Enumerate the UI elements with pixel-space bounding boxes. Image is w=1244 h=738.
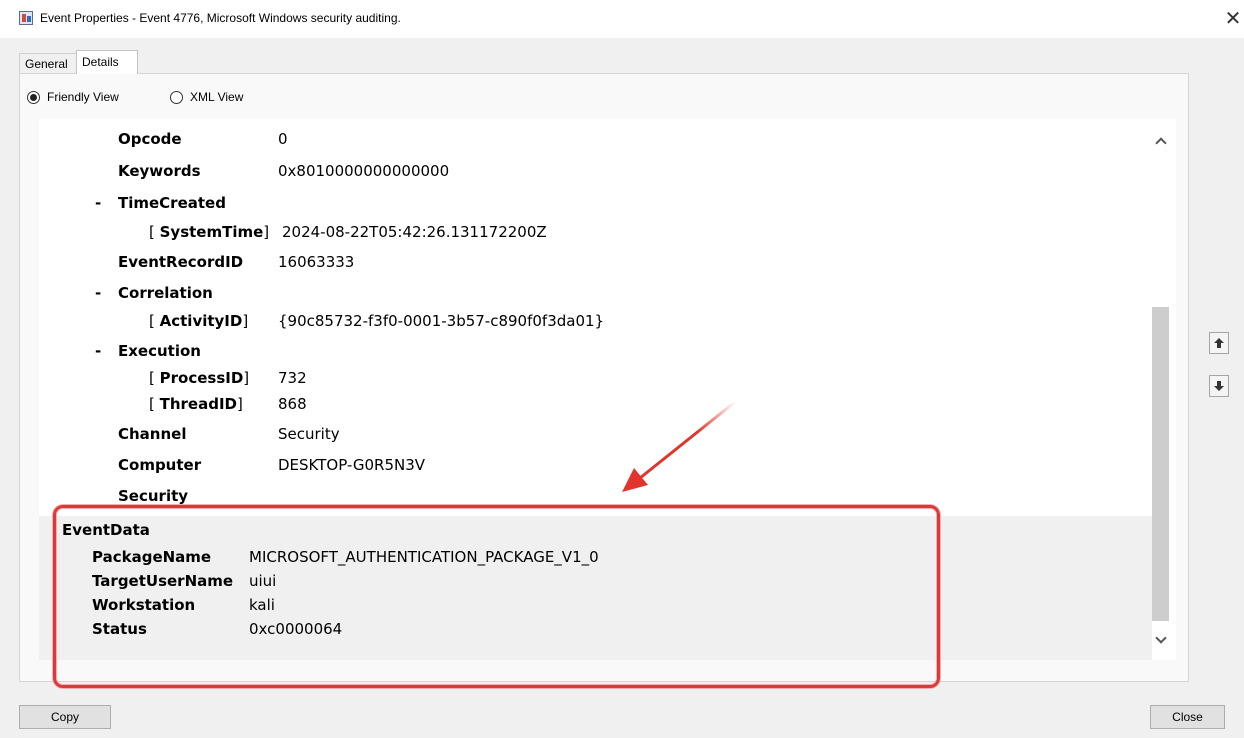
bracket-open: [ [149, 395, 160, 413]
arrow-up-icon [1214, 338, 1224, 348]
workstation-label: Workstation [92, 596, 196, 614]
computer-label: Computer [118, 456, 202, 474]
status-label: Status [92, 620, 147, 638]
bracket-close: ] [237, 395, 243, 413]
radio-unchecked-icon [170, 90, 183, 104]
vertical-scrollbar[interactable] [1152, 119, 1169, 660]
friendly-view-label: Friendly View [47, 90, 119, 104]
friendly-view-radio[interactable]: Friendly View [27, 88, 119, 106]
bracket-close: ] [243, 369, 250, 387]
bracket-close: ] [242, 312, 249, 330]
tab-details[interactable]: Details [76, 50, 138, 74]
timecreated-collapse-toggle[interactable]: - [95, 194, 101, 212]
processid-value: 732 [278, 369, 307, 387]
scroll-down-button[interactable] [1152, 624, 1169, 650]
bracket-open: [ [149, 223, 160, 241]
eventrecordid-label: EventRecordID [118, 253, 244, 271]
eventdata-header: EventData [62, 521, 150, 539]
title-bar: Event Properties - Event 4776, Microsoft… [0, 0, 1244, 38]
arrow-down-icon [1214, 381, 1224, 391]
xml-view-radio[interactable]: XML View [170, 88, 243, 106]
execution-label: Execution [118, 342, 201, 360]
timecreated-label: TimeCreated [118, 194, 226, 212]
close-button[interactable]: Close [1150, 705, 1225, 729]
threadid-row: [ ThreadID] [149, 395, 243, 413]
targetusername-value: uiui [249, 572, 277, 590]
correlation-collapse-toggle[interactable]: - [95, 284, 101, 302]
next-event-button[interactable] [1209, 375, 1229, 397]
scroll-thumb[interactable] [1152, 307, 1169, 621]
channel-value: Security [278, 425, 340, 443]
threadid-value: 868 [278, 395, 307, 413]
systemtime-row: [ SystemTime] [149, 223, 269, 241]
opcode-label: Opcode [118, 130, 182, 148]
previous-event-button[interactable] [1209, 332, 1229, 354]
activityid-value: {90c85732-f3f0-0001-3b57-c890f0f3da01} [278, 312, 605, 330]
processid-row: [ ProcessID] [149, 369, 249, 387]
copy-button[interactable]: Copy [19, 705, 111, 729]
targetusername-label: TargetUserName [92, 572, 234, 590]
event-details-view[interactable]: Opcode 0 Keywords 0x8010000000000000 - T… [39, 119, 1176, 660]
bracket-close: ] [263, 223, 270, 241]
tab-general[interactable]: General [19, 53, 77, 74]
correlation-label: Correlation [118, 284, 213, 302]
chevron-down-icon [1154, 632, 1167, 644]
keywords-label: Keywords [118, 162, 201, 180]
radio-checked-icon [27, 90, 40, 104]
systemtime-value: 2024-08-22T05:42:26.131172200Z [282, 223, 547, 241]
opcode-value: 0 [278, 130, 288, 148]
bracket-open: [ [149, 369, 160, 387]
window-title: Event Properties - Event 4776, Microsoft… [40, 11, 401, 25]
activityid-row: [ ActivityID] [149, 312, 248, 330]
packagename-label: PackageName [92, 548, 212, 566]
workstation-value: kali [249, 596, 275, 614]
xml-view-label: XML View [190, 90, 244, 104]
processid-label: ProcessID [159, 369, 244, 387]
eventrecordid-value: 16063333 [278, 253, 355, 271]
eventdata-section: EventData PackageName MICROSOFT_AUTHENTI… [39, 516, 1152, 660]
execution-collapse-toggle[interactable]: - [95, 342, 101, 360]
threadid-label: ThreadID [159, 395, 237, 413]
chevron-up-icon [1154, 137, 1167, 149]
close-icon[interactable]: ✕ [1222, 5, 1244, 31]
packagename-value: MICROSOFT_AUTHENTICATION_PACKAGE_V1_0 [249, 548, 599, 566]
event-viewer-app-icon [19, 11, 33, 25]
status-value: 0xc0000064 [249, 620, 343, 638]
scroll-up-button[interactable] [1152, 129, 1169, 155]
keywords-value: 0x8010000000000000 [278, 162, 450, 180]
activityid-label: ActivityID [159, 312, 243, 330]
systemtime-label: SystemTime [159, 223, 264, 241]
bracket-open: [ [149, 312, 160, 330]
channel-label: Channel [118, 425, 187, 443]
security-label: Security [118, 487, 189, 505]
computer-value: DESKTOP-G0R5N3V [278, 456, 426, 474]
